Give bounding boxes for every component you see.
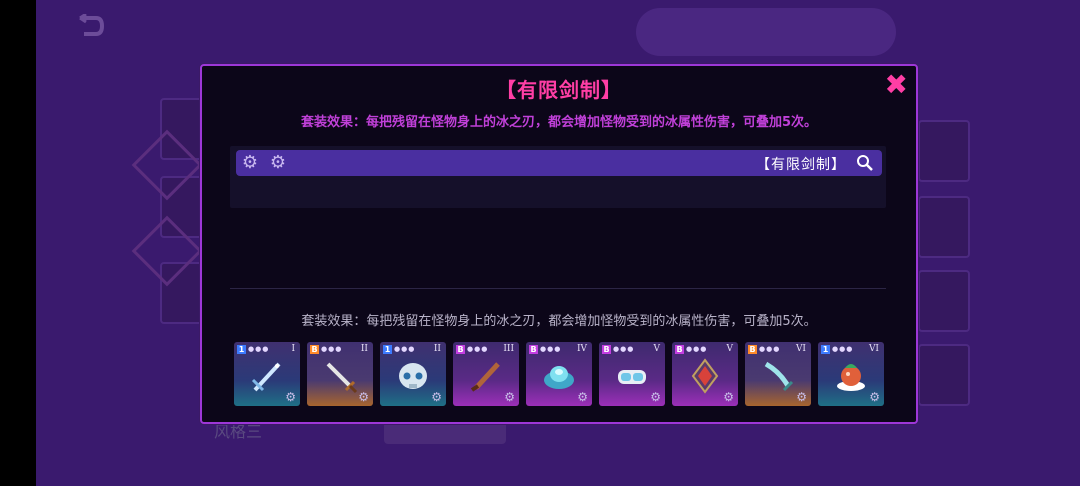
item-card[interactable]: B ●●● IV ⚙ [526, 342, 592, 406]
red-gem-amulet-icon [691, 358, 719, 394]
gear-icon: ⚙ [723, 390, 734, 404]
ice-sword-icon [251, 362, 281, 392]
level-dots: ●●● [832, 345, 854, 353]
potion-cake-icon [837, 364, 865, 391]
dagger-icon [326, 362, 358, 394]
level-dots: ●●● [394, 345, 416, 353]
item-card[interactable]: 1 ●●● I ⚙ [234, 342, 300, 406]
rarity-badge: 1 [237, 345, 246, 354]
goggles-icon [618, 370, 646, 384]
tier-label: III [503, 344, 514, 354]
rarity-badge: B [748, 345, 757, 354]
tier-label: V [726, 344, 734, 354]
rarity-badge: 1 [383, 345, 392, 354]
level-dots: ●●● [467, 345, 489, 353]
rarity-badge: B [675, 345, 684, 354]
close-button[interactable]: ✖ [885, 70, 908, 100]
dialog-subtitle: 套装效果：每把残留在怪物身上的冰之刃，都会增加怪物受到的冰属性伤害，可叠加5次。 [300, 115, 818, 130]
gear-icon: ⚙ [869, 390, 880, 404]
level-dots: ●●● [248, 345, 270, 353]
set-search-bar[interactable]: ⚙ ⚙ 【有限剑制】 [236, 150, 882, 176]
gear-icon: ⚙ [431, 390, 442, 404]
back-icon[interactable] [76, 12, 106, 38]
gear-icon: ⚙ [358, 390, 369, 404]
level-dots: ●●● [321, 345, 343, 353]
gear-icon: ⚙ [577, 390, 588, 404]
item-card[interactable]: B ●●● VI ⚙ [745, 342, 811, 406]
item-card[interactable]: 1 ●●● II ⚙ [380, 342, 446, 406]
rarity-badge: B [602, 345, 611, 354]
set-bonus-dialog: 【有限剑制】 ✖ 套装效果：每把残留在怪物身上的冰之刃，都会增加怪物受到的冰属性… [200, 64, 918, 424]
item-card[interactable]: B ●●● V ⚙ [672, 342, 738, 406]
rarity-badge: B [529, 345, 538, 354]
ice-crystal-helm-icon [544, 366, 574, 389]
search-icon[interactable] [856, 154, 874, 172]
gear-icon: ⚙ [796, 390, 807, 404]
tier-label: V [653, 344, 661, 354]
tier-label: VI [795, 344, 806, 354]
background-creature-art [636, 8, 896, 56]
tier-label: II [360, 344, 368, 354]
tier-label: IV [576, 344, 587, 354]
curved-ice-blade-icon [764, 361, 794, 392]
item-card[interactable]: 1 ●●● VI ⚙ [818, 342, 884, 406]
tier-label: II [433, 344, 441, 354]
bronze-blade-icon [470, 362, 500, 392]
gear-icon: ⚙ [504, 390, 515, 404]
divider [230, 288, 886, 289]
dialog-title: 【有限剑制】 [496, 78, 622, 102]
level-dots: ●●● [613, 345, 635, 353]
search-bar-label: 【有限剑制】 [756, 157, 846, 173]
level-dots: ●●● [686, 345, 708, 353]
background-side-card [918, 120, 970, 182]
skull-mask-icon [399, 363, 427, 389]
level-dots: ●●● [759, 345, 781, 353]
gear-icon: ⚙ [241, 152, 259, 173]
tier-label: VI [868, 344, 879, 354]
gear-icon: ⚙ [269, 152, 287, 173]
gear-icon: ⚙ [285, 390, 296, 404]
background-side-card [918, 270, 970, 332]
rarity-badge: B [310, 345, 319, 354]
gear-icon: ⚙ [650, 390, 661, 404]
background-side-card [918, 344, 970, 406]
level-dots: ●●● [540, 345, 562, 353]
item-card[interactable]: B ●●● III ⚙ [453, 342, 519, 406]
rarity-badge: 1 [821, 345, 830, 354]
set-effect-text: 套装效果：每把残留在怪物身上的冰之刃，都会增加怪物受到的冰属性伤害，可叠加5次。 [301, 314, 817, 329]
item-card[interactable]: B ●●● II ⚙ [307, 342, 373, 406]
background-side-card [918, 196, 970, 258]
rarity-badge: B [456, 345, 465, 354]
item-card[interactable]: B ●●● V ⚙ [599, 342, 665, 406]
tier-label: I [291, 344, 295, 354]
